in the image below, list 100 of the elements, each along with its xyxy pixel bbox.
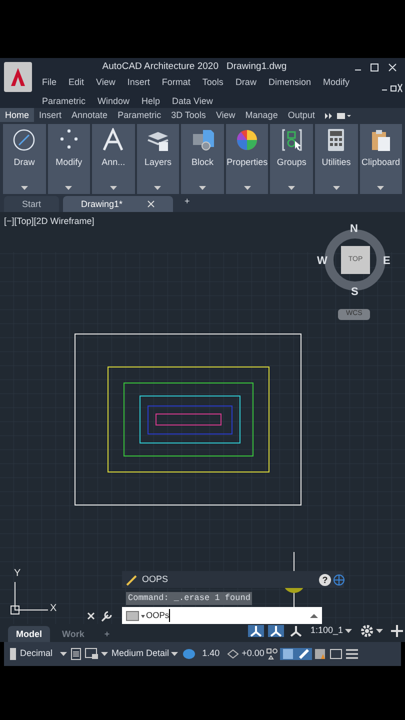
menu-item[interactable]: Modify (316, 76, 356, 90)
isolate-icon[interactable] (296, 648, 312, 660)
units-dropdown[interactable]: Decimal (18, 647, 69, 661)
panel-label: Groups (276, 156, 306, 169)
plus-icon[interactable] (389, 625, 405, 637)
ribbon-panel[interactable]: Clipboard (360, 124, 402, 194)
ribbon-tab[interactable]: View (210, 108, 240, 122)
panel-label: Layers (144, 156, 172, 169)
block-panel-icon (190, 128, 215, 152)
ribbon-panel[interactable]: Block (181, 124, 224, 194)
elevation-value[interactable]: +0.00 (242, 647, 264, 661)
menu-item[interactable]: Draw (229, 76, 262, 90)
ribbon-panel[interactable]: Utilities (314, 124, 358, 194)
ribbon-panel[interactable]: Draw (3, 124, 46, 194)
annotation-icon[interactable] (288, 625, 304, 637)
add-layout-button[interactable]: + (96, 626, 118, 642)
inner-rectangle (156, 414, 222, 426)
menu-item[interactable]: Dimension (262, 76, 317, 90)
ribbon-panel[interactable]: Groups (270, 124, 313, 194)
dropdown-caret-icon[interactable] (154, 186, 162, 190)
ribbon-tab[interactable]: Manage (240, 108, 283, 122)
ribbon-tab[interactable]: 3D Tools (166, 108, 211, 122)
layout-tab[interactable]: Work (54, 626, 92, 642)
ribbon-panel[interactable]: Properties (226, 124, 268, 194)
fullscreen-icon[interactable] (328, 649, 344, 659)
close-icon[interactable] (86, 610, 96, 620)
dropdown-caret-icon[interactable] (377, 186, 384, 190)
ribbon-panel[interactable]: Ann... (92, 124, 135, 194)
display-config-icon[interactable] (82, 648, 110, 660)
settings-icon[interactable] (358, 624, 385, 638)
caret-icon (60, 652, 67, 656)
compass-west[interactable]: W (317, 253, 328, 270)
compass-east[interactable]: E (383, 253, 390, 270)
annotation-visibility-icon[interactable] (248, 625, 264, 637)
tab-label: Drawing1* (81, 198, 123, 211)
menu-item[interactable]: Tools (196, 76, 230, 90)
scale-dropdown[interactable]: 1:100_1 (308, 624, 354, 638)
viewport-label[interactable]: [−][Top][2D Wireframe] (4, 215, 94, 228)
menu-icon[interactable] (344, 649, 360, 659)
caret-icon (171, 652, 178, 656)
wrench-icon[interactable] (100, 610, 112, 622)
window-title: AutoCAD Architecture 2020 (102, 60, 218, 74)
document-controls-icon[interactable] (381, 82, 403, 94)
ribbon-panel[interactable]: Layers (136, 124, 180, 194)
cut-plane-value[interactable]: 1.40 (198, 647, 224, 661)
objects-icon[interactable] (264, 648, 280, 660)
layout-tab[interactable]: Model (8, 626, 50, 642)
caret-icon (345, 629, 352, 633)
command-input-field[interactable]: OOPs (122, 607, 322, 624)
list-icon[interactable] (68, 648, 83, 660)
panel-label: Ann... (102, 156, 126, 169)
ribbon-panel[interactable]: Modify (48, 124, 90, 194)
y-axis-label: Y (14, 567, 21, 581)
groups-panel-icon (280, 128, 304, 152)
dropdown-caret-icon[interactable] (110, 186, 117, 190)
ruler-icon[interactable] (8, 648, 18, 660)
annotation-scale-icon[interactable] (268, 625, 284, 637)
detail-level-dropdown[interactable]: Medium Detail (110, 647, 180, 661)
menu-item[interactable]: Window (92, 94, 136, 108)
document-title: Drawing1.dwg (226, 60, 287, 74)
globe-icon[interactable] (333, 574, 345, 586)
properties-panel-icon (235, 128, 260, 152)
close-icon[interactable] (146, 200, 155, 208)
caret-icon[interactable] (310, 612, 318, 618)
app-logo[interactable] (4, 62, 32, 92)
draw-panel-icon (12, 128, 36, 152)
pencil-icon (126, 574, 138, 586)
ribbon-tab[interactable]: Insert (34, 108, 67, 122)
panel-label: Modify (56, 156, 82, 169)
compass-south[interactable]: S (351, 284, 358, 300)
dropdown-caret-icon[interactable] (20, 186, 28, 190)
dropdown-caret-icon[interactable] (244, 186, 251, 190)
dropdown-caret-icon[interactable] (288, 186, 296, 190)
menu-item[interactable]: Data View (166, 94, 219, 108)
dropdown-caret-icon[interactable] (199, 186, 206, 190)
x-axis-label: X (50, 602, 57, 616)
menu-item[interactable]: Format (156, 76, 196, 90)
menu-item[interactable]: Insert (121, 76, 156, 90)
document-tab[interactable]: Start (4, 196, 60, 212)
ribbon-tab[interactable]: Output (282, 108, 320, 122)
compass-north[interactable]: N (350, 221, 358, 238)
ribbon-tab[interactable]: Annotate (66, 108, 113, 122)
menu-item[interactable]: View (90, 76, 122, 90)
panel-label: Draw (14, 156, 35, 169)
command-input-text: OOPs (146, 609, 170, 622)
annotate-panel-icon (101, 128, 126, 152)
panel-label: Properties (226, 156, 268, 169)
last-command: OOPS (142, 572, 168, 586)
ribbon-tab[interactable]: Home (0, 108, 34, 122)
new-tab-button[interactable]: + (184, 194, 190, 208)
dropdown-caret-icon[interactable] (332, 186, 340, 190)
terminal-icon (126, 610, 146, 620)
menu-item[interactable]: File (36, 76, 63, 90)
panel-label: Block (192, 156, 214, 169)
dropdown-caret-icon[interactable] (65, 186, 72, 190)
ribbon-tab[interactable]: Parametric (112, 108, 166, 122)
menu-item[interactable]: Edit (62, 76, 90, 90)
document-tab[interactable]: Drawing1* (63, 196, 173, 212)
menu-item[interactable]: Parametric (36, 94, 92, 108)
menu-item[interactable]: Help (136, 94, 166, 108)
